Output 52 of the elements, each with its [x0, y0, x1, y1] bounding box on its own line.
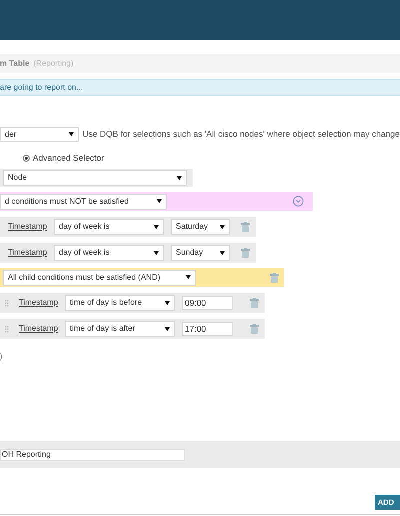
- dropdown-value: Saturday: [176, 221, 208, 233]
- caret-icon: [165, 326, 170, 332]
- dropdown[interactable]: day of week is: [54, 219, 164, 235]
- dropdown[interactable]: Saturday: [171, 219, 230, 235]
- dropdown-value: day of week is: [59, 221, 110, 233]
- radio-label: Advanced Selector: [33, 152, 104, 164]
- caret-icon: [186, 275, 191, 280]
- caret-icon: [220, 250, 225, 256]
- hint-text: Use DQB for selections such as 'All cisco nodes' where object selection may change: [82, 128, 400, 141]
- page-title: m Table: [0, 58, 30, 70]
- dropdown[interactable]: time of day is after: [65, 321, 175, 337]
- name-field[interactable]: OH Reporting: [0, 448, 185, 460]
- trash-icon[interactable]: [241, 222, 250, 232]
- dropdown[interactable]: day of week is: [54, 245, 164, 261]
- drag-handle-icon[interactable]: [5, 300, 9, 306]
- caret-icon: [154, 250, 159, 256]
- time-input[interactable]: 09:00: [182, 296, 233, 310]
- dropdown[interactable]: Sunday: [171, 245, 230, 261]
- dropdown[interactable]: Node: [3, 170, 187, 186]
- trash-icon[interactable]: [241, 248, 250, 258]
- dropdown-value: time of day is before: [70, 297, 142, 309]
- field-link[interactable]: Timestamp: [19, 297, 65, 309]
- caret-icon: [157, 199, 162, 204]
- dropdown-value: d conditions must NOT be satisfied: [5, 196, 129, 208]
- radio-button[interactable]: [23, 154, 30, 162]
- dropdown-value: time of day is after: [70, 323, 136, 335]
- field-link[interactable]: Timestamp: [8, 221, 54, 233]
- closing-parenthesis: ): [0, 353, 4, 361]
- dropdown-value: Node: [8, 172, 28, 184]
- dropdown-value: Sunday: [176, 247, 204, 259]
- dropdown[interactable]: All child conditions must be satisfied (AND): [3, 270, 196, 286]
- caret-icon: [68, 132, 74, 137]
- selection-method-dropdown[interactable]: der: [0, 127, 79, 142]
- field-link[interactable]: Timestamp: [19, 323, 65, 335]
- info-bar: are going to report on...: [0, 79, 400, 96]
- caret-icon: [177, 176, 182, 180]
- dropdown-value: All child conditions must be satisfied (AND): [8, 272, 161, 284]
- drag-handle-icon[interactable]: [5, 326, 9, 332]
- caret-icon: [165, 300, 170, 306]
- time-input[interactable]: 17:00: [182, 322, 233, 336]
- collapse-icon[interactable]: [293, 196, 304, 207]
- caret-icon: [154, 224, 159, 230]
- field-link[interactable]: Timestamp: [8, 247, 54, 259]
- dropdown[interactable]: d conditions must NOT be satisfied: [0, 194, 167, 210]
- caret-icon: [220, 224, 225, 230]
- page-title-suffix: (Reporting): [34, 58, 74, 70]
- dropdown-value: der: [5, 128, 17, 140]
- trash-icon[interactable]: [250, 324, 259, 334]
- trash-icon[interactable]: [250, 298, 259, 308]
- dropdown[interactable]: time of day is before: [65, 295, 175, 311]
- trash-icon[interactable]: [270, 272, 279, 282]
- dropdown-value: day of week is: [59, 247, 110, 259]
